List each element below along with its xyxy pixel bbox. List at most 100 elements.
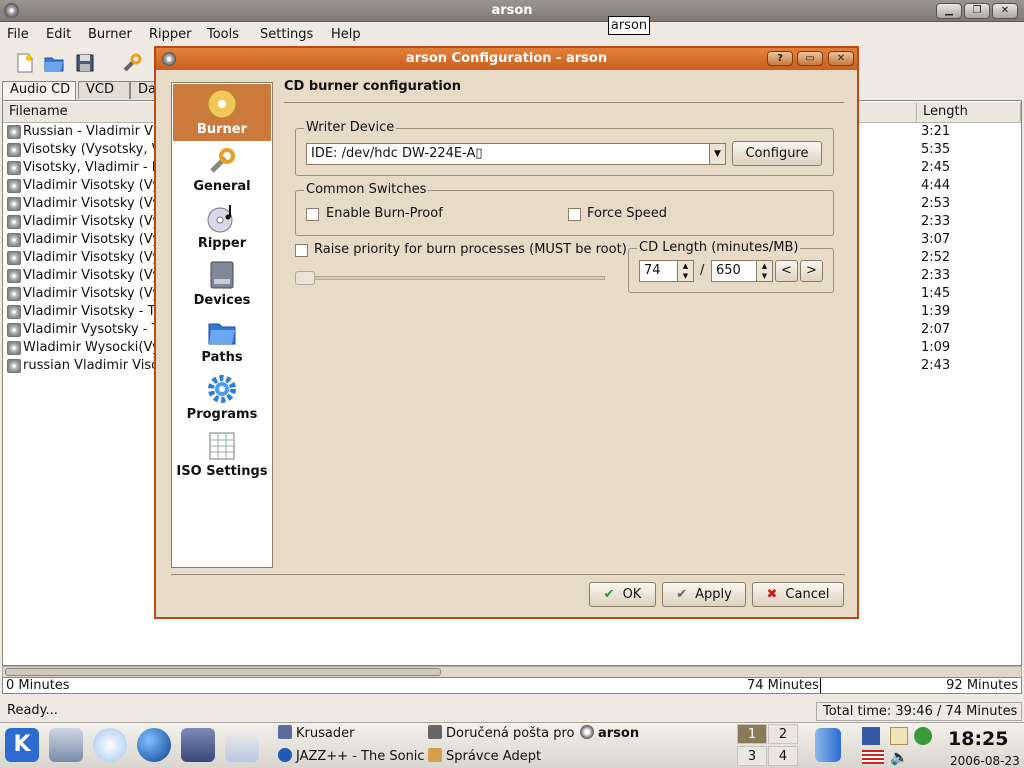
menu-ripper[interactable]: Ripper — [149, 27, 192, 42]
editor-icon[interactable] — [225, 728, 259, 762]
audio-file-icon — [7, 323, 21, 337]
task-jazz[interactable]: JAZZ++ - The Sonic — [278, 747, 424, 767]
audio-file-icon — [7, 305, 21, 319]
priority-slider-handle[interactable] — [295, 271, 315, 285]
wrench-icon[interactable] — [121, 52, 143, 74]
task-krusader[interactable]: Krusader — [278, 724, 426, 744]
spin-arrows-icon[interactable]: ▲ ▼ — [677, 261, 693, 281]
menu-tools[interactable]: Tools — [207, 27, 239, 42]
dialog-maximize-icon[interactable]: ▭ — [797, 51, 823, 66]
track-filename: Vladimir Visotsky (Vys — [23, 250, 167, 265]
desktop-4[interactable]: 4 — [768, 746, 798, 766]
cancel-button[interactable]: ✖ Cancel — [752, 582, 844, 607]
desktop-3[interactable]: 3 — [737, 746, 767, 766]
spin-arrows-icon[interactable]: ▲ ▼ — [756, 261, 772, 281]
burnproof-checkbox[interactable] — [306, 208, 319, 221]
task-arson[interactable]: arson — [580, 724, 730, 744]
klipper-icon[interactable] — [890, 727, 908, 745]
menu-file[interactable]: File — [7, 27, 29, 42]
force-speed-checkbox[interactable] — [568, 208, 581, 221]
trash-icon[interactable] — [815, 728, 841, 762]
clock-time[interactable]: 18:25 — [948, 728, 1008, 750]
main-title-bar[interactable]: arson ▁ ❐ ✕ — [0, 0, 1024, 22]
scrollbar-thumb[interactable] — [5, 668, 441, 676]
kde-menu-icon[interactable]: K — [5, 728, 39, 762]
track-length: 1:45 — [921, 286, 951, 301]
tab-vcd[interactable]: VCD — [78, 81, 130, 99]
audio-file-icon — [7, 179, 21, 193]
sidebar-item-paths[interactable]: Paths — [173, 312, 271, 369]
desktop-2[interactable]: 2 — [768, 724, 798, 744]
config-sidebar: Burner General Ripper Devices Paths Prog… — [171, 82, 273, 568]
sidebar-item-devices[interactable]: Devices — [173, 255, 271, 312]
next-length-button[interactable]: > — [800, 260, 823, 282]
menu-help[interactable]: Help — [331, 27, 361, 42]
volume-icon[interactable]: 🔈 — [890, 748, 909, 766]
settings-icon[interactable] — [914, 727, 932, 745]
track-length: 2:07 — [921, 322, 951, 337]
desktop-1[interactable]: 1 — [737, 724, 767, 744]
sidebar-item-burner[interactable]: Burner — [173, 84, 271, 141]
minimize-icon[interactable]: ▁ — [936, 3, 962, 19]
priority-slider-track[interactable] — [295, 276, 605, 280]
menu-edit[interactable]: Edit — [46, 27, 71, 42]
audio-file-icon — [7, 341, 21, 355]
minutes-value: 74 — [644, 263, 661, 278]
tab-audio-cd[interactable]: Audio CD — [2, 81, 76, 100]
configure-button[interactable]: Configure — [732, 141, 822, 166]
sidebar-label: Devices — [193, 293, 251, 308]
browser-icon[interactable] — [137, 728, 171, 762]
mb-spinbox[interactable]: 650 ▲ ▼ — [711, 260, 773, 282]
track-filename: Vladimir Visotsky (Vys — [23, 196, 167, 211]
track-filename: Wladimir Wysocki(Vys — [23, 340, 167, 355]
minutes-spinbox[interactable]: 74 ▲ ▼ — [639, 260, 694, 282]
writer-device-select[interactable]: IDE: /dev/hdc DW-224E-A▯ ▼ — [306, 143, 726, 165]
save-icon[interactable] — [74, 52, 96, 74]
apply-button[interactable]: ✔ Apply — [662, 582, 746, 607]
track-length: 2:52 — [921, 250, 951, 265]
keyboard-layout-flag-icon[interactable] — [862, 750, 884, 764]
maximize-icon[interactable]: ❐ — [964, 3, 990, 19]
menu-settings[interactable]: Settings — [260, 27, 313, 42]
track-length: 2:53 — [921, 196, 951, 211]
chevron-down-icon[interactable]: ▼ — [709, 144, 725, 164]
pointer-icon[interactable] — [181, 728, 215, 762]
raise-priority-checkbox[interactable] — [295, 244, 308, 257]
help-icon[interactable]: ? — [767, 51, 793, 66]
sidebar-item-programs[interactable]: Programs — [173, 369, 271, 426]
mail-icon[interactable] — [93, 728, 127, 762]
desktop-icon[interactable] — [49, 728, 83, 762]
column-header-length[interactable]: Length — [917, 102, 1021, 123]
sidebar-item-general[interactable]: General — [173, 141, 271, 198]
sidebar-label: Burner — [196, 122, 248, 137]
tab-data[interactable]: Da — [130, 81, 156, 99]
ok-button[interactable]: ✔ OK — [589, 582, 656, 607]
track-length: 1:39 — [921, 304, 951, 319]
status-text: Ready... — [7, 703, 58, 718]
new-document-icon[interactable] — [14, 52, 36, 74]
task-mail[interactable]: Doručená pošta pro — [428, 724, 574, 744]
writer-device-value: IDE: /dev/hdc DW-224E-A▯ — [311, 146, 483, 161]
open-folder-icon[interactable] — [43, 52, 65, 74]
menubar: File Edit Burner Ripper Tools Settings H… — [0, 22, 1024, 46]
monitor-icon[interactable] — [862, 727, 880, 745]
dialog-app-icon[interactable] — [162, 52, 176, 66]
length-separator: / — [700, 263, 705, 278]
close-icon[interactable]: ✕ — [992, 3, 1018, 19]
config-heading: CD burner configuration — [284, 79, 461, 94]
cd-music-icon — [207, 205, 233, 233]
sidebar-label: Programs — [186, 407, 258, 422]
menu-burner[interactable]: Burner — [88, 27, 132, 42]
check-icon: ✔ — [603, 587, 615, 602]
writer-device-group: Writer Device IDE: /dev/hdc DW-224E-A▯ ▼… — [295, 120, 834, 176]
sidebar-item-ripper[interactable]: Ripper — [173, 198, 271, 255]
dialog-title-bar[interactable]: arson Configuration - arson ? ▭ ✕ — [156, 48, 857, 70]
sidebar-item-iso-settings[interactable]: ISO Settings — [173, 426, 271, 483]
previous-length-button[interactable]: < — [775, 260, 798, 282]
task-adept[interactable]: Správce Adept — [428, 747, 574, 767]
arson-task-icon — [580, 725, 594, 739]
dialog-close-icon[interactable]: ✕ — [828, 51, 854, 66]
common-switches-group: Common Switches Enable Burn-Proof Force … — [295, 182, 834, 236]
audio-file-icon — [7, 197, 21, 211]
track-length: 2:33 — [921, 268, 951, 283]
